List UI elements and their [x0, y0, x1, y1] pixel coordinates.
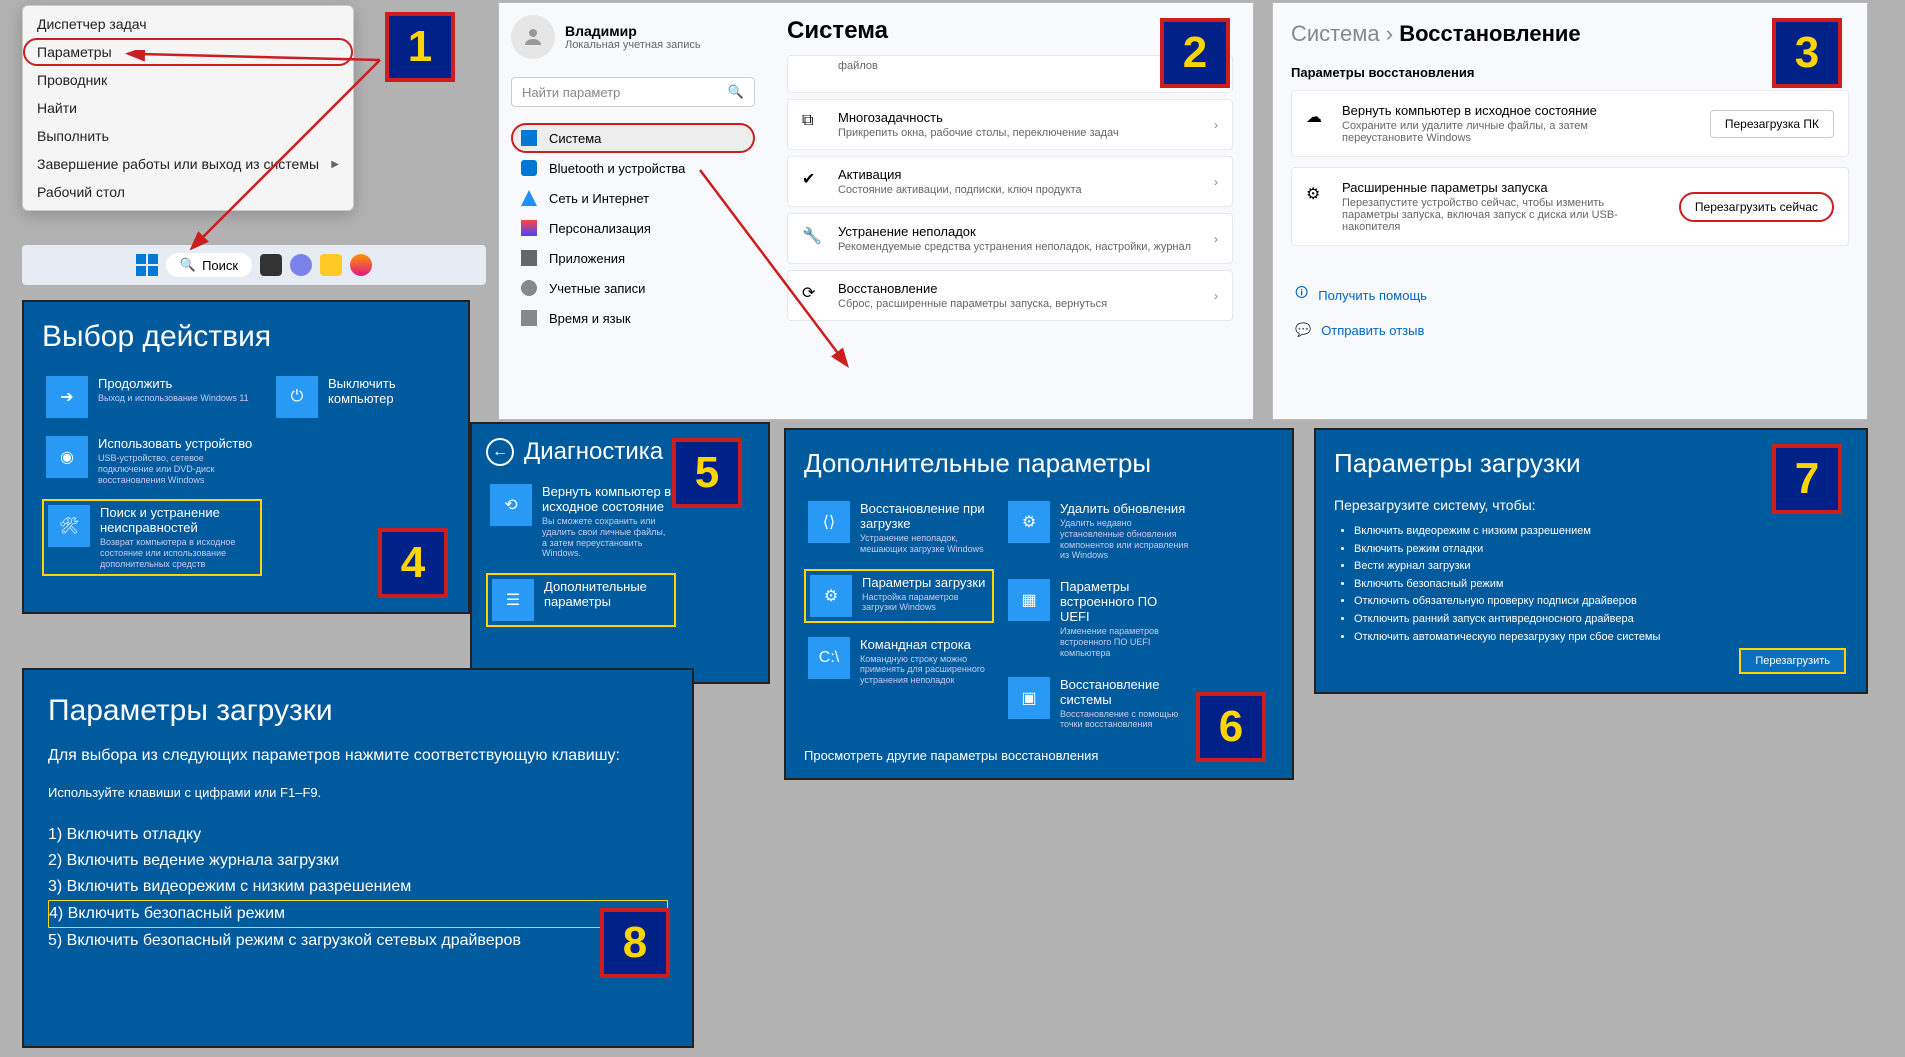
- gear-icon: ⚙: [1008, 501, 1050, 543]
- help-icon: 🛈: [1295, 284, 1308, 306]
- startup-options-title: Параметры загрузки: [48, 694, 668, 728]
- tile-use-device[interactable]: ◉Использовать устройствоUSB-устройство, …: [42, 432, 262, 489]
- badge-7: 7: [1772, 444, 1842, 514]
- tile-continue[interactable]: ➔ПродолжитьВыход и использование Windows…: [42, 372, 262, 422]
- tile-advanced[interactable]: ☰Дополнительные параметры: [486, 573, 676, 627]
- firefox-icon[interactable]: [350, 254, 372, 276]
- nav-time[interactable]: Время и язык: [511, 303, 755, 333]
- startup-options-sub: Для выбора из следующих параметров нажми…: [48, 746, 668, 767]
- arrow-icon: ➔: [46, 376, 88, 418]
- sys-item-activation[interactable]: ✔АктивацияСостояние активации, подписки,…: [787, 156, 1233, 207]
- context-menu: Диспетчер задач Параметры Проводник Найт…: [22, 5, 354, 211]
- power-icon: ⏻: [276, 376, 318, 418]
- tile-shutdown[interactable]: ⏻Выключить компьютер: [272, 372, 412, 422]
- menu-find[interactable]: Найти: [23, 94, 353, 122]
- tile-startup-settings[interactable]: ⚙Параметры загрузкиНастройка параметров …: [804, 569, 994, 623]
- search-icon: 🔍: [728, 84, 744, 100]
- nav-system[interactable]: Система: [511, 123, 755, 153]
- user-profile[interactable]: ВладимирЛокальная учетная запись: [511, 15, 755, 59]
- badge-2: 2: [1160, 18, 1230, 88]
- badge-1: 1: [385, 12, 455, 82]
- user-name: Владимир: [565, 23, 701, 39]
- badge-4: 4: [378, 528, 448, 598]
- chip-icon: ▦: [1008, 579, 1050, 621]
- badge-5: 5: [672, 438, 742, 508]
- start-button[interactable]: [136, 254, 158, 276]
- menu-task-manager[interactable]: Диспетчер задач: [23, 10, 353, 38]
- opt-5: 5) Включить безопасный режим с загрузкой…: [48, 928, 668, 954]
- opt-2: 2) Включить ведение журнала загрузки: [48, 848, 668, 874]
- menu-run[interactable]: Выполнить: [23, 122, 353, 150]
- sys-item-troubleshoot[interactable]: 🔧Устранение неполадокРекомендуемые средс…: [787, 213, 1233, 264]
- restore-icon: ▣: [1008, 677, 1050, 719]
- startup-list: Включить видеорежим с низким разрешением…: [1334, 523, 1848, 646]
- diagnostics-title: Диагностика: [524, 438, 663, 466]
- recovery-section: Параметры восстановления: [1291, 65, 1849, 80]
- sys-item-recovery[interactable]: ⟳ВосстановлениеСброс, расширенные параме…: [787, 270, 1233, 321]
- opt-1: 1) Включить отладку: [48, 822, 668, 848]
- tile-startup-repair[interactable]: ⟨⟩Восстановление при загрузкеУстранение …: [804, 497, 994, 559]
- nav-personalization[interactable]: Персонализация: [511, 213, 755, 243]
- advanced-title: Дополнительные параметры: [804, 448, 1274, 479]
- tile-uninstall-updates[interactable]: ⚙Удалить обновленияУдалить недавно устан…: [1004, 497, 1194, 565]
- sys-item-multitask[interactable]: ⧉МногозадачностьПрикрепить окна, рабочие…: [787, 99, 1233, 150]
- get-help-link[interactable]: 🛈Получить помощь: [1291, 276, 1849, 314]
- feedback-link[interactable]: 💬Отправить отзыв: [1291, 314, 1849, 346]
- menu-shutdown[interactable]: Завершение работы или выход из системы▶: [23, 150, 353, 178]
- repair-icon: ⟨⟩: [808, 501, 850, 543]
- menu-settings[interactable]: Параметры: [23, 38, 353, 66]
- startup-sub: Перезагрузите систему, чтобы:: [1334, 497, 1848, 513]
- opt-3: 3) Включить видеорежим с низким разрешен…: [48, 874, 668, 900]
- badge-8: 8: [600, 908, 670, 978]
- breadcrumb: Система › Восстановление: [1291, 21, 1849, 47]
- reset-icon: ⟲: [490, 484, 532, 526]
- tile-cmd[interactable]: C:\Командная строкаКомандную строку можн…: [804, 633, 994, 690]
- startup-settings-title: Параметры загрузки: [1334, 448, 1848, 479]
- panel-8-startup-options: Параметры загрузки Для выбора из следующ…: [22, 668, 694, 1048]
- nav-accounts[interactable]: Учетные записи: [511, 273, 755, 303]
- rec-reset: ☁ Вернуть компьютер в исходное состояние…: [1291, 90, 1849, 157]
- tools-icon: 🛠: [48, 505, 90, 547]
- badge-3: 3: [1772, 18, 1842, 88]
- rec-advanced: ⚙ Расширенные параметры запускаПерезапус…: [1291, 167, 1849, 246]
- reset-pc-button[interactable]: Перезагрузка ПК: [1710, 110, 1834, 138]
- menu-desktop[interactable]: Рабочий стол: [23, 178, 353, 206]
- chat-icon[interactable]: [290, 254, 312, 276]
- search-pill[interactable]: 🔍Поиск: [166, 253, 252, 277]
- restart-button[interactable]: Перезагрузить: [1739, 648, 1846, 674]
- panel-2-settings: ВладимирЛокальная учетная запись Найти п…: [498, 2, 1254, 420]
- nav-network[interactable]: Сеть и Интернет: [511, 183, 755, 213]
- cmd-icon: C:\: [808, 637, 850, 679]
- opt-4-safe-mode: 4) Включить безопасный режим: [48, 900, 668, 928]
- badge-6: 6: [1196, 692, 1266, 762]
- tile-reset[interactable]: ⟲Вернуть компьютер в исходное состояниеВ…: [486, 480, 676, 563]
- user-sub: Локальная учетная запись: [565, 39, 701, 51]
- restart-now-button[interactable]: Перезагрузить сейчас: [1679, 192, 1834, 222]
- taskview-icon[interactable]: [260, 254, 282, 276]
- cloud-icon: ☁: [1306, 107, 1328, 129]
- search-icon: 🔍: [180, 257, 196, 273]
- settings-sidebar: ВладимирЛокальная учетная запись Найти п…: [499, 3, 767, 419]
- list-icon: ☰: [492, 579, 534, 621]
- startup-hint: Используйте клавиши с цифрами или F1–F9.: [48, 785, 668, 800]
- nav-bluetooth[interactable]: Bluetooth и устройства: [511, 153, 755, 183]
- choose-action-title: Выбор действия: [42, 320, 450, 354]
- back-button[interactable]: ←: [486, 438, 514, 466]
- gear-icon: ⚙: [810, 575, 852, 617]
- avatar: [511, 15, 555, 59]
- disc-icon: ◉: [46, 436, 88, 478]
- tile-uefi[interactable]: ▦Параметры встроенного ПО UEFIИзменение …: [1004, 575, 1194, 662]
- search-input[interactable]: Найти параметр🔍: [511, 77, 755, 107]
- explorer-icon[interactable]: [320, 254, 342, 276]
- tile-system-restore[interactable]: ▣Восстановление системыВосстановление с …: [1004, 673, 1194, 735]
- gear-icon: ⚙: [1306, 184, 1328, 206]
- taskbar: 🔍Поиск: [22, 245, 486, 285]
- menu-explorer[interactable]: Проводник: [23, 66, 353, 94]
- nav-apps[interactable]: Приложения: [511, 243, 755, 273]
- feedback-icon: 💬: [1295, 322, 1311, 338]
- tile-troubleshoot[interactable]: 🛠Поиск и устранение неисправностейВозвра…: [42, 499, 262, 575]
